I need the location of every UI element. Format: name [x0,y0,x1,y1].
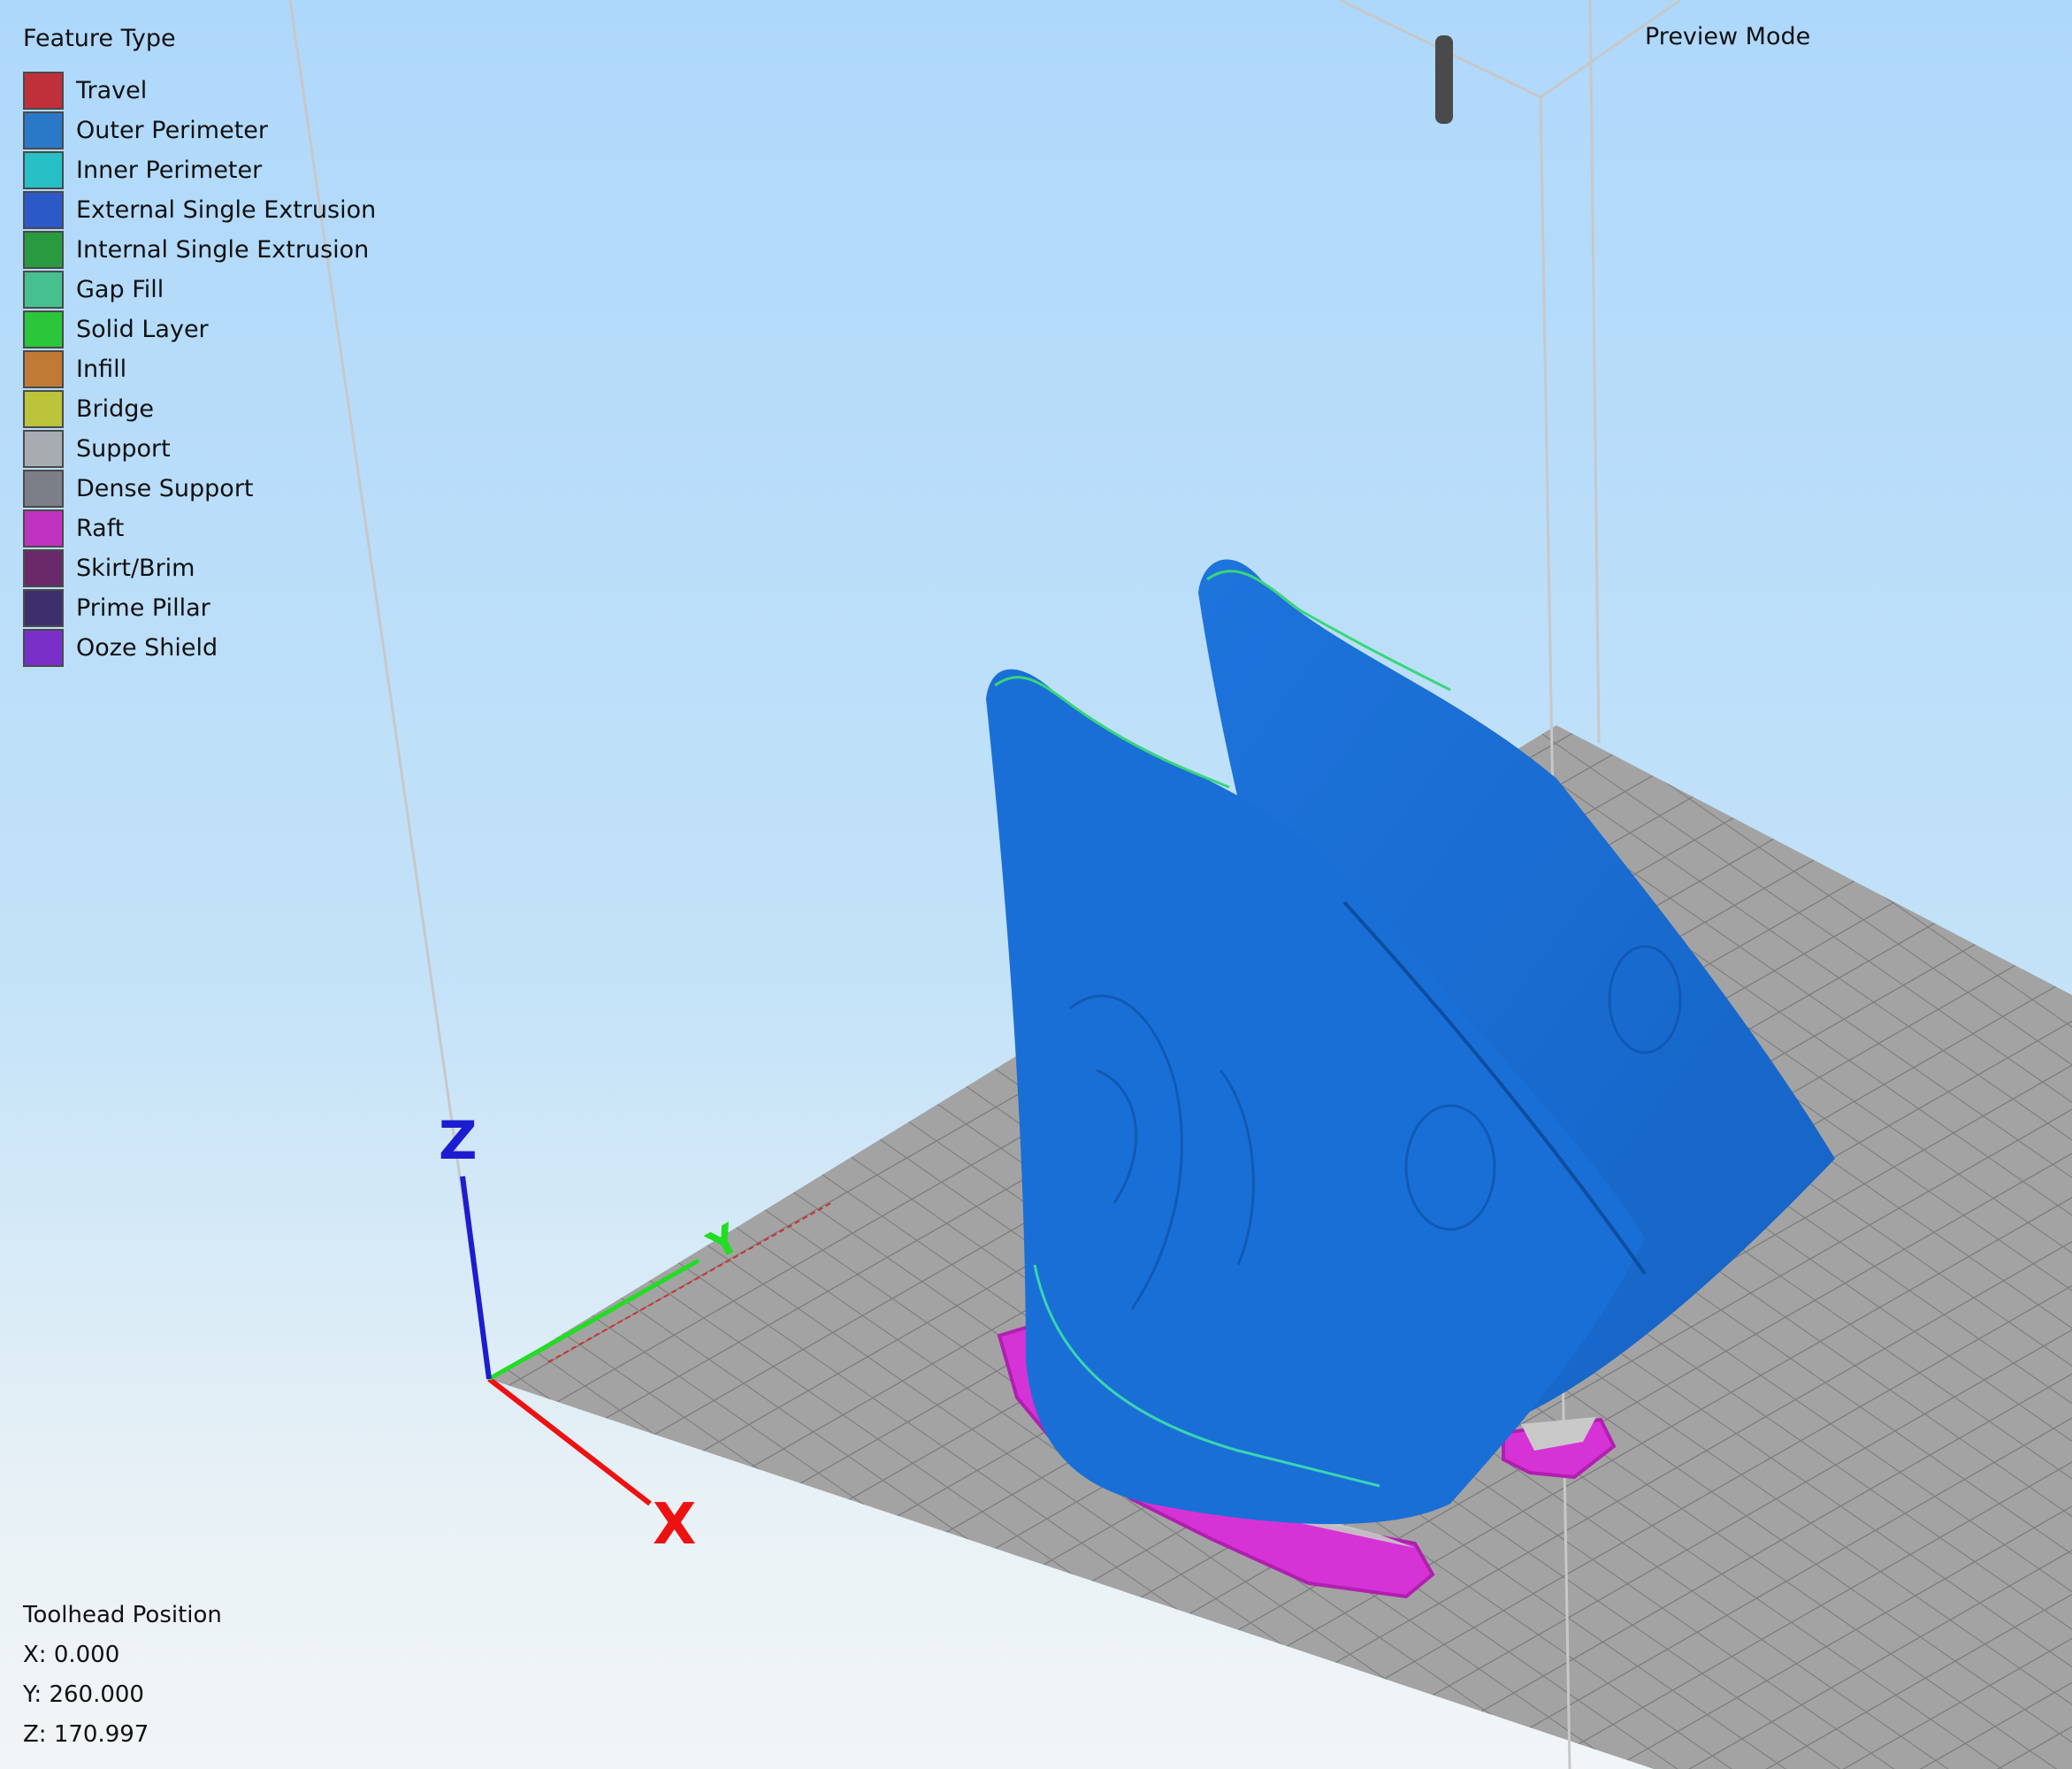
legend-label: Prime Pillar [76,594,210,622]
legend-item-bridge: Bridge [23,389,376,429]
legend-swatch [23,390,64,428]
legend-label: Bridge [76,395,155,423]
legend-item-travel: Travel [23,71,376,111]
legend-swatch [23,151,64,189]
legend-item-support: Support [23,429,376,469]
legend-swatch [23,350,64,388]
legend-swatch [23,470,64,508]
toolhead-z: Z: 170.997 [23,1721,149,1748]
legend-item-dense-support: Dense Support [23,469,376,509]
axis-z-label: Z [439,1110,478,1172]
legend-swatch [23,589,64,627]
legend-label: Solid Layer [76,316,209,343]
legend-item-solid-layer: Solid Layer [23,310,376,349]
legend-swatch [23,191,64,229]
3d-preview-viewport[interactable]: X Y Z Feature Type Travel Outer Perimete… [0,0,2072,1769]
legend-swatch [23,629,64,667]
legend-label: External Single Extrusion [76,196,377,224]
legend-swatch [23,310,64,348]
legend-swatch [23,549,64,587]
legend-item-gap-fill: Gap Fill [23,270,376,310]
toolhead-indicator [1435,35,1453,124]
axis-x-label: X [653,1492,696,1558]
legend-item-skirt-brim: Skirt/Brim [23,548,376,588]
legend-item-internal-single-extrusion: Internal Single Extrusion [23,230,376,270]
legend-title: Feature Type [23,25,176,52]
feature-type-legend: Feature Type Travel Outer Perimeter Inne… [23,21,376,668]
legend-label: Infill [76,356,127,383]
toolhead-position-panel: Toolhead Position X: 0.000 Y: 260.000 Z:… [23,1596,222,1755]
preview-mode-label: Preview Mode [1645,23,1811,50]
toolhead-x: X: 0.000 [23,1642,120,1668]
legend-label: Internal Single Extrusion [76,236,370,264]
legend-swatch [23,72,64,110]
legend-label: Skirt/Brim [76,555,195,582]
legend-item-inner-perimeter: Inner Perimeter [23,150,376,190]
legend-item-raft: Raft [23,509,376,548]
toolhead-y: Y: 260.000 [23,1681,144,1708]
legend-label: Outer Perimeter [76,117,268,144]
legend-item-external-single-extrusion: External Single Extrusion [23,190,376,230]
legend-label: Gap Fill [76,276,164,303]
legend-swatch [23,430,64,468]
legend-item-infill: Infill [23,349,376,389]
toolhead-title: Toolhead Position [23,1602,222,1628]
legend-label: Dense Support [76,475,254,502]
axis-z-line [460,1176,492,1380]
legend-label: Ooze Shield [76,634,218,662]
legend-swatch [23,111,64,149]
legend-label: Travel [76,77,148,104]
legend-label: Inner Perimeter [76,157,263,184]
legend-swatch [23,231,64,269]
legend-swatch [23,271,64,309]
legend-item-ooze-shield: Ooze Shield [23,628,376,668]
legend-label: Raft [76,515,125,542]
legend-label: Support [76,435,171,463]
legend-item-prime-pillar: Prime Pillar [23,588,376,628]
legend-swatch [23,509,64,548]
legend-item-outer-perimeter: Outer Perimeter [23,111,376,150]
